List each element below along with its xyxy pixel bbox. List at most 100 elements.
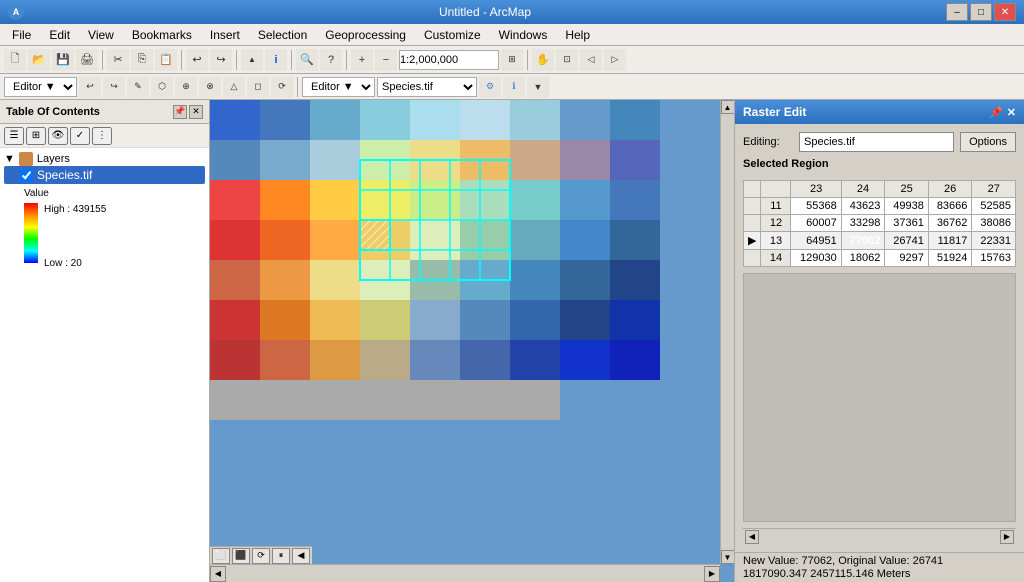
- zoom-out-button[interactable]: −: [375, 49, 397, 71]
- toc-tool-visibility[interactable]: 👁: [48, 127, 68, 145]
- editor-dropdown[interactable]: Editor ▼: [4, 77, 77, 97]
- cell-11-23[interactable]: 55368: [791, 198, 841, 215]
- map-nav-page[interactable]: ⬜: [212, 548, 230, 564]
- table-scroll-right[interactable]: ▶: [1000, 530, 1014, 544]
- toc-layer-species[interactable]: Species.tif: [4, 166, 205, 184]
- menu-bookmarks[interactable]: Bookmarks: [124, 26, 200, 44]
- identify-button[interactable]: ?: [320, 49, 342, 71]
- options-button[interactable]: Options: [960, 132, 1016, 152]
- close-button[interactable]: ✕: [994, 3, 1016, 21]
- zoom-full-button[interactable]: ⊡: [556, 49, 578, 71]
- cell-14-24[interactable]: 18062: [841, 250, 885, 267]
- edit-tool8[interactable]: ◻: [247, 76, 269, 98]
- menu-help[interactable]: Help: [557, 26, 598, 44]
- toc-tool-list[interactable]: ☰: [4, 127, 24, 145]
- edit-tool6[interactable]: ⊗: [199, 76, 221, 98]
- menu-file[interactable]: File: [4, 26, 39, 44]
- zoom-next-button[interactable]: ▷: [604, 49, 626, 71]
- map-nav-prev[interactable]: ◀: [292, 548, 310, 564]
- toc-tool-source[interactable]: ⊞: [26, 127, 46, 145]
- copy-button[interactable]: ⎘: [131, 49, 153, 71]
- layer-checkbox[interactable]: [20, 169, 33, 182]
- toc-close-button[interactable]: ✕: [189, 105, 203, 119]
- cell-11-26[interactable]: 83666: [928, 198, 972, 215]
- map-area[interactable]: ▲ ▼ ◀ ▶ ⬜ ⬛ ⟳ ⏸ ◀: [210, 100, 734, 582]
- menu-edit[interactable]: Edit: [41, 26, 78, 44]
- map-nav-pause[interactable]: ⏸: [272, 548, 290, 564]
- cell-13-27[interactable]: 22331: [972, 232, 1016, 250]
- map-nav-data[interactable]: ⬛: [232, 548, 250, 564]
- cell-11-24[interactable]: 43623: [841, 198, 885, 215]
- new-button[interactable]: 🗋: [4, 49, 26, 71]
- table-scrollbar[interactable]: ◀ ▶: [743, 528, 1016, 544]
- edit-tool9[interactable]: ⟳: [271, 76, 293, 98]
- cell-14-23[interactable]: 129030: [791, 250, 841, 267]
- toc-group-header[interactable]: ▼ Layers: [4, 152, 205, 166]
- zoom-in-button[interactable]: +: [351, 49, 373, 71]
- cell-13-25[interactable]: 26741: [885, 232, 929, 250]
- edit-tool2[interactable]: ↪: [103, 76, 125, 98]
- cell-12-24[interactable]: 33298: [841, 215, 885, 232]
- raster-extra-button[interactable]: ▼: [527, 76, 549, 98]
- map-nav-refresh[interactable]: ⟳: [252, 548, 270, 564]
- zoom-prev-button[interactable]: ◁: [580, 49, 602, 71]
- raster-pin-button[interactable]: 📌: [989, 106, 1003, 119]
- toc-tool-options[interactable]: ⋮: [92, 127, 112, 145]
- cell-14-25[interactable]: 9297: [885, 250, 929, 267]
- map-scrollbar-vertical[interactable]: ▲ ▼: [720, 100, 734, 564]
- toc-pin-button[interactable]: 📌: [173, 105, 187, 119]
- cell-13-23[interactable]: 64951: [791, 232, 841, 250]
- menu-insert[interactable]: Insert: [202, 26, 248, 44]
- cell-11-27[interactable]: 52585: [972, 198, 1016, 215]
- menu-view[interactable]: View: [80, 26, 122, 44]
- undo-button[interactable]: ↩: [186, 49, 208, 71]
- save-button[interactable]: 💾: [52, 49, 74, 71]
- redo-button[interactable]: ↪: [210, 49, 232, 71]
- raster-info-button[interactable]: ℹ: [503, 76, 525, 98]
- edit-tool4[interactable]: ⬡: [151, 76, 173, 98]
- raster-settings-button[interactable]: ⚙: [479, 76, 501, 98]
- scroll-down-button[interactable]: ▼: [721, 550, 735, 564]
- cut-button[interactable]: ✂: [107, 49, 129, 71]
- menu-geoprocessing[interactable]: Geoprocessing: [317, 26, 414, 44]
- cell-12-25[interactable]: 37361: [885, 215, 929, 232]
- minimize-button[interactable]: –: [946, 3, 968, 21]
- cell-13-24-highlighted[interactable]: 77062: [841, 232, 885, 250]
- cell-14-26[interactable]: 51924: [928, 250, 972, 267]
- species-select[interactable]: Species.tif: [377, 77, 477, 97]
- zoom-input[interactable]: 1:2,000,000: [399, 50, 499, 70]
- zoom-fixed-button[interactable]: ⊞: [501, 49, 523, 71]
- toc-tool-selection[interactable]: ✓: [70, 127, 90, 145]
- table-row-active: ▶ 13 64951 77062 26741 11817 22331: [744, 232, 1016, 250]
- cell-14-27[interactable]: 15763: [972, 250, 1016, 267]
- select-button[interactable]: ▲: [241, 49, 263, 71]
- scroll-left-button[interactable]: ◀: [210, 566, 226, 582]
- editing-input[interactable]: Species.tif: [799, 132, 954, 152]
- print-button[interactable]: 🖨: [76, 49, 98, 71]
- scroll-up-button[interactable]: ▲: [721, 100, 735, 114]
- paste-button[interactable]: 📋: [155, 49, 177, 71]
- edit-tool7[interactable]: △: [223, 76, 245, 98]
- info-button[interactable]: i: [265, 49, 287, 71]
- edit-tool5[interactable]: ⊕: [175, 76, 197, 98]
- find-button[interactable]: 🔍: [296, 49, 318, 71]
- sep3: [236, 50, 237, 70]
- edit-tool3[interactable]: ✎: [127, 76, 149, 98]
- open-button[interactable]: 📂: [28, 49, 50, 71]
- map-scrollbar-horizontal[interactable]: ◀ ▶: [210, 564, 720, 582]
- restore-button[interactable]: □: [970, 3, 992, 21]
- cell-13-26[interactable]: 11817: [928, 232, 972, 250]
- menu-customize[interactable]: Customize: [416, 26, 489, 44]
- cell-12-23[interactable]: 60007: [791, 215, 841, 232]
- cell-12-27[interactable]: 38086: [972, 215, 1016, 232]
- edit-tool1[interactable]: ↩: [79, 76, 101, 98]
- pan-button[interactable]: ✋: [532, 49, 554, 71]
- menu-selection[interactable]: Selection: [250, 26, 315, 44]
- cell-11-25[interactable]: 49938: [885, 198, 929, 215]
- scroll-right-button[interactable]: ▶: [704, 566, 720, 582]
- table-scroll-left[interactable]: ◀: [745, 530, 759, 544]
- cell-12-26[interactable]: 36762: [928, 215, 972, 232]
- menu-windows[interactable]: Windows: [491, 26, 556, 44]
- raster-close-button[interactable]: ✕: [1007, 106, 1016, 119]
- editor2-dropdown[interactable]: Editor ▼: [302, 77, 375, 97]
